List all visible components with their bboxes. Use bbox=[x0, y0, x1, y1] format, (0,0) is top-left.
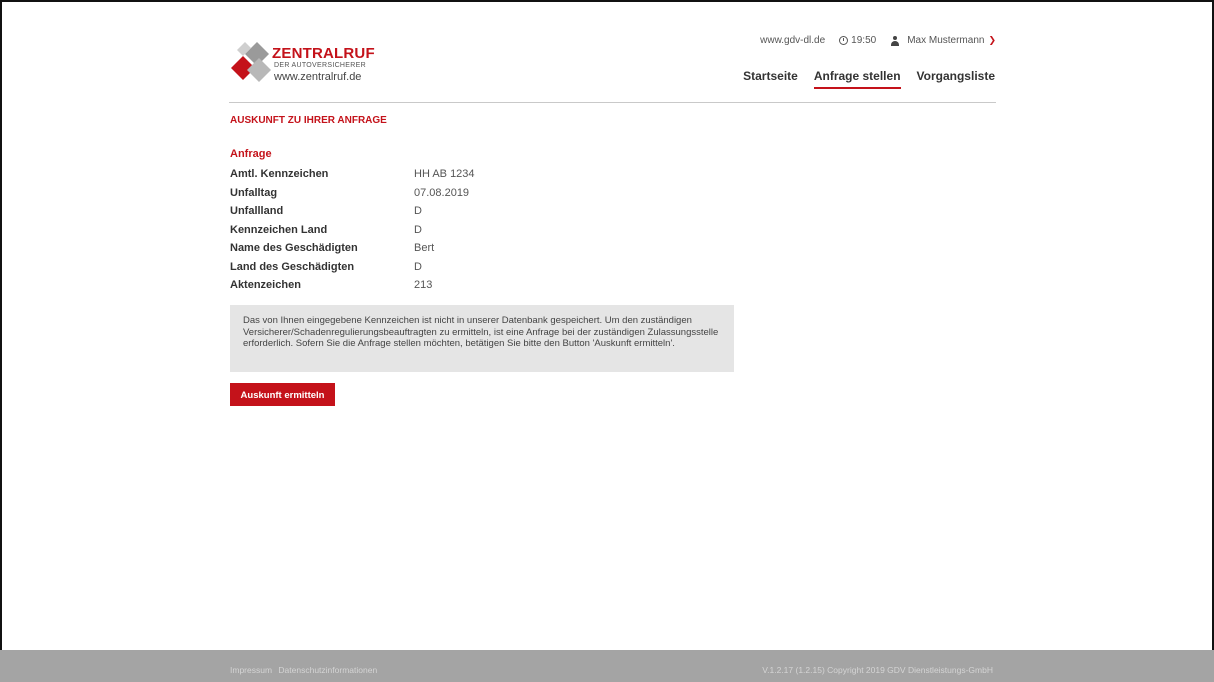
nav-startseite[interactable]: Startseite bbox=[743, 69, 798, 89]
detail-label: Name des Geschädigten bbox=[230, 242, 358, 254]
logo-brand-text: ZENTRALRUF bbox=[272, 45, 375, 62]
footer-impressum-link[interactable]: Impressum bbox=[230, 665, 272, 675]
user-menu[interactable]: Max Mustermann ❯ bbox=[907, 35, 996, 46]
detail-value: D bbox=[414, 223, 422, 236]
header-divider bbox=[229, 102, 996, 103]
session-time: 19:50 bbox=[851, 35, 877, 46]
auskunft-ermitteln-button[interactable]: Auskunft ermitteln bbox=[230, 383, 335, 406]
gdv-site-link[interactable]: www.gdv-dl.de bbox=[760, 35, 825, 46]
window-frame-left bbox=[0, 0, 2, 682]
logo-subtitle: DER AUTOVERSICHERER bbox=[274, 62, 366, 69]
detail-value: D bbox=[414, 260, 422, 273]
zentralruf-logo[interactable]: ZENTRALRUF DER AUTOVERSICHERER www.zentr… bbox=[229, 40, 379, 85]
detail-value: 213 bbox=[414, 279, 433, 291]
clock-icon bbox=[839, 36, 849, 45]
detail-row: Unfalltag 07.08.2019 bbox=[230, 184, 475, 203]
detail-label: Unfalltag bbox=[230, 186, 278, 199]
window-frame-top bbox=[0, 0, 1214, 2]
page-title: AUSKUNFT ZU IHRER ANFRAGE bbox=[230, 115, 387, 126]
group-title-anfrage: Anfrage bbox=[230, 148, 272, 160]
request-details: Amtl. Kennzeichen HH AB 1234 Unfalltag 0… bbox=[230, 165, 475, 295]
detail-value: Bert bbox=[414, 242, 435, 254]
logo-mark-icon bbox=[231, 42, 271, 82]
detail-label: Land des Geschädigten bbox=[230, 260, 355, 273]
detail-label: Kennzeichen Land bbox=[230, 223, 328, 236]
detail-value: D bbox=[414, 205, 422, 217]
detail-value: 07.08.2019 bbox=[414, 186, 470, 199]
user-name: Max Mustermann bbox=[907, 35, 985, 46]
main-nav: Startseite Anfrage stellen Vorgangsliste bbox=[727, 69, 995, 89]
detail-row: Name des Geschädigten Bert bbox=[230, 239, 475, 258]
detail-label: Amtl. Kennzeichen bbox=[230, 168, 329, 180]
footer-datenschutz-link[interactable]: Datenschutzinformationen bbox=[278, 665, 377, 675]
logo-url: www.zentralruf.de bbox=[274, 71, 362, 83]
detail-row: Kennzeichen Land D bbox=[230, 221, 475, 240]
detail-label: Aktenzeichen bbox=[230, 279, 301, 291]
info-notice: Das von Ihnen eingegebene Kennzeichen is… bbox=[230, 305, 734, 372]
detail-row: Amtl. Kennzeichen HH AB 1234 bbox=[230, 165, 475, 184]
detail-row: Land des Geschädigten D bbox=[230, 258, 475, 277]
footer-version: V.1.2.17 (1.2.15) bbox=[762, 665, 825, 675]
nav-anfrage-stellen[interactable]: Anfrage stellen bbox=[813, 69, 901, 89]
chevron-down-icon: ❯ bbox=[988, 35, 996, 45]
detail-value: HH AB 1234 bbox=[414, 168, 475, 180]
detail-label: Unfallland bbox=[230, 205, 284, 217]
detail-row: Aktenzeichen 213 bbox=[230, 276, 475, 295]
footer-copyright: Copyright 2019 GDV Dienstleistungs-GmbH bbox=[827, 665, 993, 675]
footer: Impressum Datenschutzinformationen V.1.2… bbox=[0, 650, 1214, 682]
detail-row: Unfallland D bbox=[230, 202, 475, 221]
nav-vorgangsliste[interactable]: Vorgangsliste bbox=[917, 69, 995, 89]
utility-bar: www.gdv-dl.de 19:50 Max Mustermann ❯ bbox=[760, 35, 996, 46]
user-icon bbox=[890, 35, 900, 46]
